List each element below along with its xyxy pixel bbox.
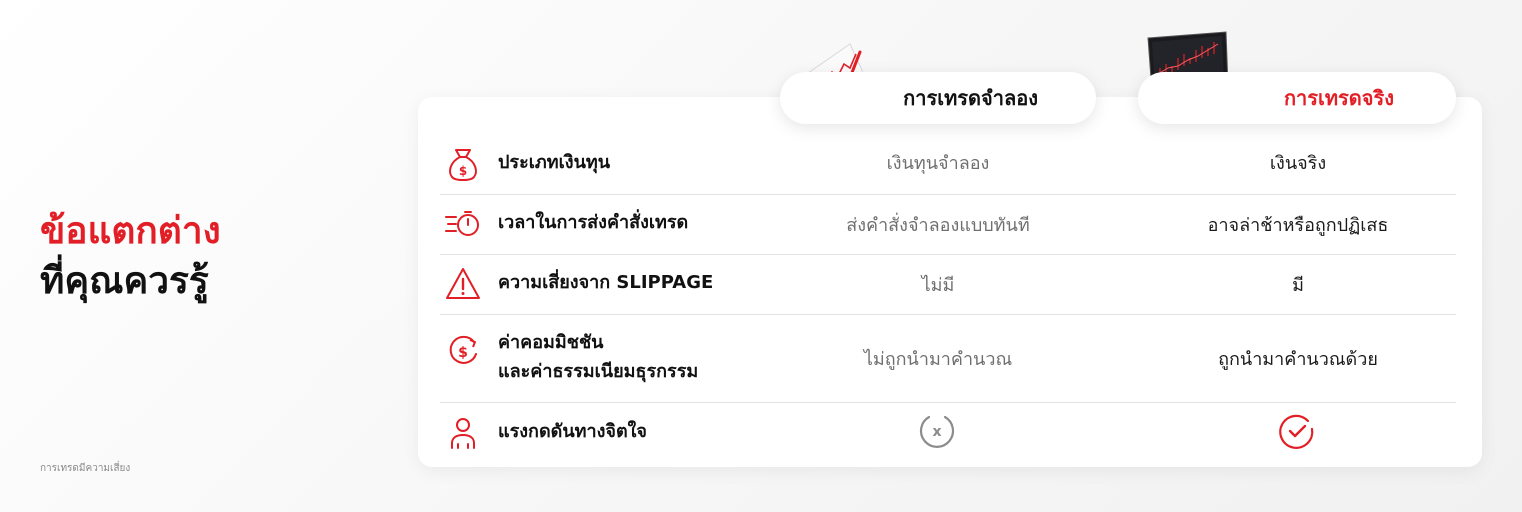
table-row: เวลาในการส่งคำสั่งเทรด ส่งคำสั่งจำลองแบบ… — [440, 194, 1456, 255]
demo-value: เงินทุนจำลอง — [886, 153, 990, 174]
table-row: $ ประเภทเงินทุน เงินทุนจำลอง เงินจริง — [440, 134, 1456, 195]
row-label-line2: และค่าธรรมเนียมธุรกรรม — [498, 361, 699, 382]
real-value: เงินจริง — [1269, 153, 1327, 174]
tab-real-trading[interactable]: การเทรดจริง — [1138, 72, 1456, 124]
table-row: แรงกดดันทางจิตใจ x — [440, 402, 1456, 462]
real-value: มี — [1292, 275, 1304, 296]
row-label: ความเสี่ยงจาก SLIPPAGE — [498, 272, 714, 293]
table-row: ความเสี่ยงจาก SLIPPAGE ไม่มี มี — [440, 254, 1456, 315]
headline-line1: ข้อแตกต่าง — [40, 209, 221, 252]
money-bag-icon: $ — [449, 149, 477, 181]
table-row: $ ค่าคอมมิชชัน และค่าธรรมเนียมธุรกรรม ไม… — [440, 314, 1456, 403]
headline: ข้อแตกต่าง ที่คุณควรรู้ — [40, 206, 221, 306]
user-icon — [451, 418, 475, 449]
svg-text:$: $ — [458, 345, 468, 361]
svg-text:$: $ — [459, 164, 467, 178]
row-label: แรงกดดันทางจิตใจ — [498, 421, 647, 442]
headline-line2: ที่คุณควรรู้ — [40, 259, 209, 302]
row-label-line1: ค่าคอมมิชชัน — [498, 332, 604, 353]
row-label: เวลาในการส่งคำสั่งเทรด — [498, 212, 689, 233]
warning-triangle-icon — [446, 268, 480, 299]
check-icon — [1279, 414, 1314, 449]
x-circle-icon: x — [919, 415, 955, 448]
dollar-refresh-icon: $ — [449, 335, 477, 364]
demo-value: ส่งคำสั่งจำลองแบบทันที — [846, 215, 1030, 236]
stopwatch-icon — [445, 211, 479, 236]
risk-disclaimer: การเทรดมีความเสี่ยง — [40, 463, 131, 474]
demo-value: ไม่มี — [921, 275, 955, 296]
tab-demo-trading[interactable]: การเทรดจำลอง — [780, 72, 1096, 124]
real-value: อาจล่าช้าหรือถูกปฏิเสธ — [1207, 215, 1389, 236]
real-value: ถูกนำมาคำนวณด้วย — [1218, 349, 1378, 370]
demo-value: ไม่ถูกนำมาคำนวณ — [863, 349, 1013, 370]
x-mark: x — [932, 424, 941, 440]
row-label: ประเภทเงินทุน — [498, 152, 611, 173]
